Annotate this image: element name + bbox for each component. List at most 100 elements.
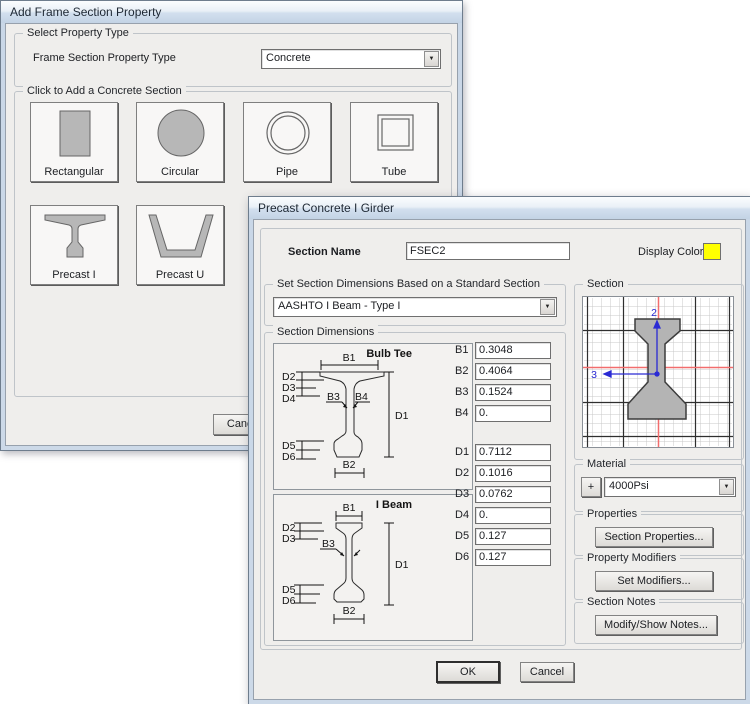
section-name-field[interactable]: FSEC2 [406, 242, 570, 260]
shape-button-label: Tube [351, 166, 437, 178]
dim-field-d5[interactable]: 0.127 [475, 528, 551, 545]
section-preview-panel: 2 3 [582, 296, 734, 448]
group-label: Section Dimensions [273, 325, 378, 339]
screen: Add Frame Section Property Select Proper… [0, 0, 750, 704]
group-label: Property Modifiers [583, 551, 680, 565]
pipe-section-button[interactable]: Pipe [243, 102, 331, 182]
frame-section-property-type-label: Frame Section Property Type [33, 52, 176, 64]
dim-field-b2[interactable]: 0.4064 [475, 363, 551, 380]
axis-3-label: 3 [591, 369, 597, 381]
precast-u-section-icon [137, 209, 225, 263]
section-properties-button[interactable]: Section Properties... [595, 527, 713, 547]
dim-field-d1[interactable]: 0.7112 [475, 444, 551, 461]
add-material-button[interactable]: + [581, 477, 601, 497]
group-label: Click to Add a Concrete Section [23, 84, 186, 98]
svg-text:D1: D1 [395, 559, 409, 571]
axis-2-label: 2 [651, 307, 657, 319]
svg-text:B1: B1 [343, 352, 356, 364]
shape-button-label: Circular [137, 166, 223, 178]
rectangular-section-icon [31, 106, 119, 160]
cancel-button[interactable]: Cancel [520, 662, 574, 682]
svg-text:D6: D6 [282, 595, 296, 607]
precast-u-section-button[interactable]: Precast U [136, 205, 224, 285]
dropdown-value: Concrete [266, 50, 311, 68]
standard-section-dropdown[interactable]: AASHTO I Beam - Type I ▼ [273, 297, 557, 317]
section-name-label: Section Name [288, 246, 361, 258]
group-section-dimensions: Section Dimensions Bulb Tee B1 D1 [264, 332, 566, 646]
dim-field-d6[interactable]: 0.127 [475, 549, 551, 566]
window-title: Add Frame Section Property [10, 5, 161, 19]
svg-text:D3: D3 [282, 533, 296, 545]
ok-button[interactable]: OK [437, 662, 499, 682]
group-property-modifiers: Property Modifiers Set Modifiers... [574, 558, 744, 600]
svg-text:D1: D1 [395, 410, 409, 422]
shape-button-label: Rectangular [31, 166, 117, 178]
group-material: Material + 4000Psi ▼ [574, 464, 744, 512]
pipe-section-icon [244, 106, 332, 160]
group-label: Properties [583, 507, 641, 521]
group-select-property-type: Select Property Type Frame Section Prope… [14, 33, 452, 87]
shape-button-label: Pipe [244, 166, 330, 178]
dim-label-d4: D4 [455, 509, 469, 521]
dropdown-value: AASHTO I Beam - Type I [278, 298, 400, 316]
svg-text:B1: B1 [343, 502, 356, 514]
dim-label-b2: B2 [455, 365, 468, 377]
tube-section-icon [351, 106, 439, 160]
group-properties: Properties Section Properties... [574, 514, 744, 556]
group-section-notes: Section Notes Modify/Show Notes... [574, 602, 744, 644]
dropdown-value: 4000Psi [609, 478, 649, 496]
group-label: Set Section Dimensions Based on a Standa… [273, 277, 544, 291]
svg-text:D6: D6 [282, 451, 296, 463]
rectangular-section-button[interactable]: Rectangular [30, 102, 118, 182]
dim-field-d3[interactable]: 0.0762 [475, 486, 551, 503]
svg-text:I Beam: I Beam [376, 499, 412, 511]
property-type-dropdown[interactable]: Concrete ▼ [261, 49, 441, 69]
svg-text:B3: B3 [322, 538, 335, 550]
precast-i-section-icon [31, 209, 119, 263]
svg-text:B2: B2 [343, 459, 356, 471]
circular-section-icon [137, 106, 225, 160]
dim-field-d2[interactable]: 0.1016 [475, 465, 551, 482]
window-precast-concrete-i-girder: Precast Concrete I Girder Section Name F… [248, 196, 750, 704]
dim-label-d6: D6 [455, 551, 469, 563]
dim-field-b4[interactable]: 0. [475, 405, 551, 422]
dim-label-d3: D3 [455, 488, 469, 500]
svg-text:B4: B4 [355, 391, 368, 403]
dialog-body: Section Name FSEC2 Display Color Set Sec… [253, 219, 746, 700]
shape-button-label: Precast I [31, 269, 117, 281]
chevron-down-icon[interactable]: ▼ [540, 299, 555, 315]
dim-field-b1[interactable]: 0.3048 [475, 342, 551, 359]
display-color-swatch[interactable] [703, 243, 721, 260]
title-bar[interactable]: Precast Concrete I Girder [249, 197, 750, 219]
dim-label-b1: B1 [455, 344, 468, 356]
display-color-label: Display Color [638, 246, 703, 258]
tube-section-button[interactable]: Tube [350, 102, 438, 182]
dim-label-b4: B4 [455, 407, 468, 419]
material-dropdown[interactable]: 4000Psi ▼ [604, 477, 736, 497]
group-label: Select Property Type [23, 26, 133, 40]
shape-button-label: Precast U [137, 269, 223, 281]
svg-text:D4: D4 [282, 393, 296, 405]
circular-section-button[interactable]: Circular [136, 102, 224, 182]
svg-text:Bulb Tee: Bulb Tee [366, 348, 412, 360]
group-section-preview: Section [574, 284, 744, 460]
group-label: Section [583, 277, 628, 291]
svg-text:B2: B2 [343, 605, 356, 617]
i-beam-diagram: I Beam B1 D1 D2 [273, 494, 473, 641]
group-label: Section Notes [583, 595, 659, 609]
dim-label-d2: D2 [455, 467, 469, 479]
precast-i-section-button[interactable]: Precast I [30, 205, 118, 285]
dim-label-d1: D1 [455, 446, 469, 458]
title-bar[interactable]: Add Frame Section Property [1, 1, 462, 23]
chevron-down-icon[interactable]: ▼ [719, 479, 734, 495]
svg-text:B3: B3 [327, 391, 340, 403]
set-modifiers-button[interactable]: Set Modifiers... [595, 571, 713, 591]
modify-show-notes-button[interactable]: Modify/Show Notes... [595, 615, 717, 635]
group-standard-section: Set Section Dimensions Based on a Standa… [264, 284, 566, 326]
window-title: Precast Concrete I Girder [258, 201, 394, 215]
dim-field-d4[interactable]: 0. [475, 507, 551, 524]
dim-label-d5: D5 [455, 530, 469, 542]
dim-field-b3[interactable]: 0.1524 [475, 384, 551, 401]
chevron-down-icon[interactable]: ▼ [424, 51, 439, 67]
bulb-tee-diagram: Bulb Tee B1 D1 [273, 343, 473, 490]
